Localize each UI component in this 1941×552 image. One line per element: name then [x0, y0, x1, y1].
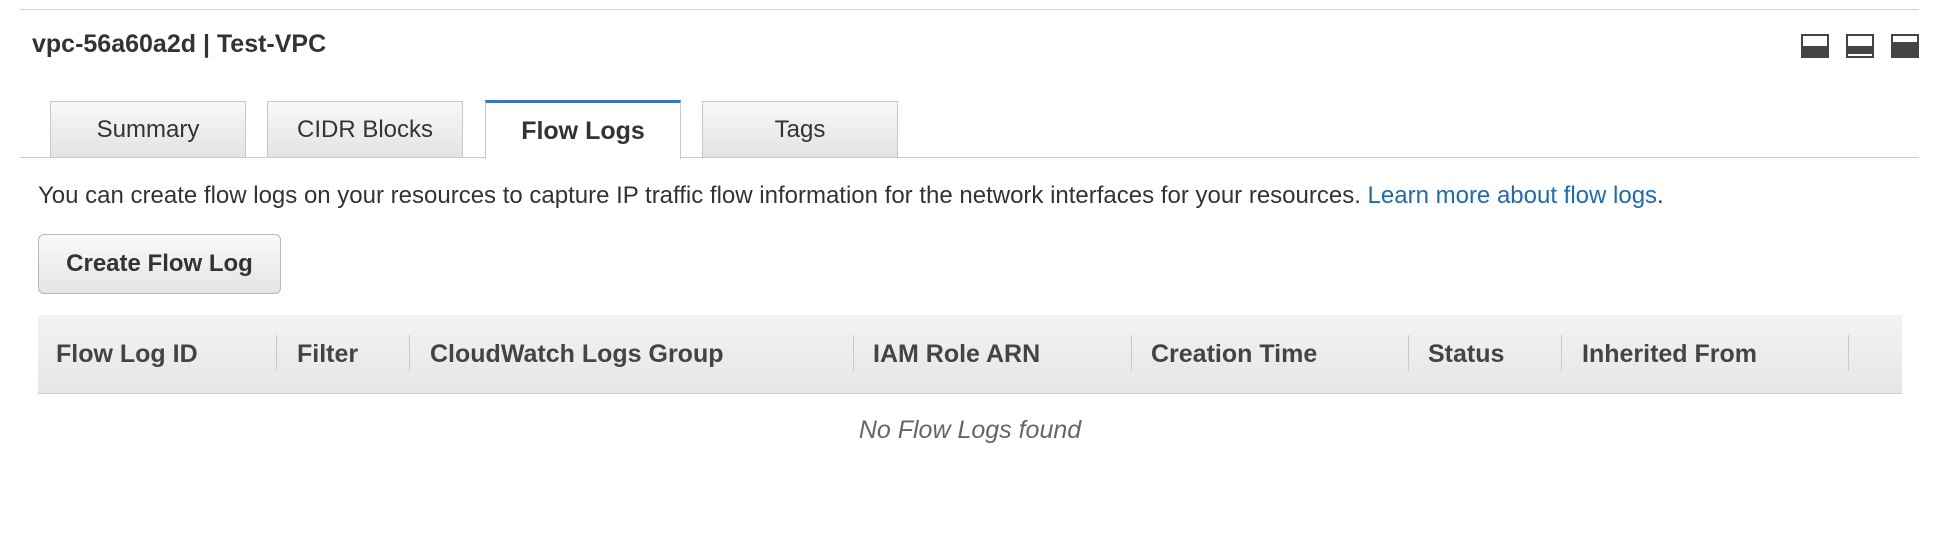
tab-tags-label: Tags: [774, 115, 826, 143]
panel-middle-icon[interactable]: [1846, 34, 1874, 58]
description-suffix: .: [1657, 182, 1664, 209]
column-header-filter[interactable]: Filter: [297, 315, 358, 393]
panel-bottom-icon[interactable]: [1801, 34, 1829, 58]
column-divider: [1408, 335, 1409, 371]
tab-summary[interactable]: Summary: [50, 101, 246, 157]
column-header-inherited-from[interactable]: Inherited From: [1582, 315, 1757, 393]
column-divider: [276, 335, 277, 371]
tab-strip-divider: [20, 157, 1919, 158]
column-header-iam-role-arn[interactable]: IAM Role ARN: [873, 315, 1040, 393]
layout-controls: [1801, 34, 1919, 58]
flow-logs-description: You can create flow logs on your resourc…: [38, 182, 1664, 210]
column-header-creation-time[interactable]: Creation Time: [1151, 315, 1317, 393]
top-divider: [20, 9, 1919, 10]
tab-tags[interactable]: Tags: [702, 101, 898, 157]
create-flow-log-button[interactable]: Create Flow Log: [38, 234, 281, 294]
tab-cidr-blocks[interactable]: CIDR Blocks: [267, 101, 463, 157]
tab-flow-logs[interactable]: Flow Logs: [485, 100, 681, 159]
empty-table-message: No Flow Logs found: [858, 416, 1082, 444]
tab-cidr-blocks-label: CIDR Blocks: [296, 115, 434, 143]
tab-summary-label: Summary: [96, 115, 200, 143]
column-header-cloudwatch-logs-group[interactable]: CloudWatch Logs Group: [430, 315, 723, 393]
column-divider: [853, 335, 854, 371]
panel-title: vpc-56a60a2d | Test-VPC: [32, 30, 327, 58]
column-divider: [409, 335, 410, 371]
column-divider: [1561, 335, 1562, 371]
panel-full-icon[interactable]: [1891, 34, 1919, 58]
table-header: Flow Log ID Filter CloudWatch Logs Group…: [38, 315, 1902, 394]
column-header-status[interactable]: Status: [1428, 315, 1504, 393]
column-divider: [1131, 335, 1132, 371]
learn-more-link[interactable]: Learn more about flow logs: [1368, 182, 1658, 209]
description-text: You can create flow logs on your resourc…: [38, 182, 1361, 209]
column-divider: [1848, 335, 1849, 371]
column-header-flow-log-id[interactable]: Flow Log ID: [56, 315, 198, 393]
tab-flow-logs-label: Flow Logs: [521, 116, 645, 145]
